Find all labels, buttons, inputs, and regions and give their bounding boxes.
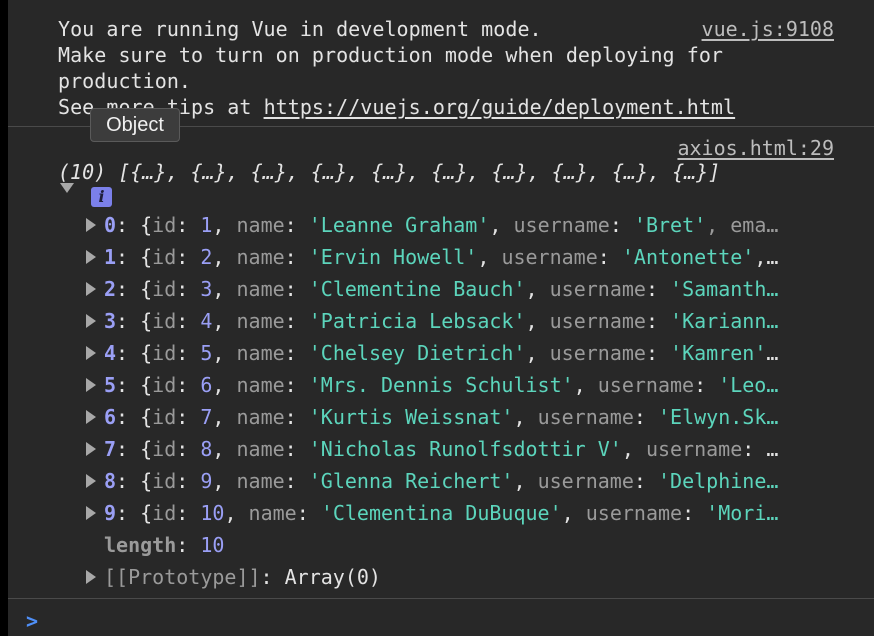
- expand-triangle-down-icon[interactable]: [60, 183, 74, 193]
- array-item-row[interactable]: 6: {id: 7, name: 'Kurtis Weissnat', user…: [86, 401, 852, 433]
- item-id: 10: [200, 501, 225, 525]
- item-id: 4: [200, 309, 213, 333]
- item-name: 'Glenna Reichert': [308, 469, 514, 493]
- array-item-row[interactable]: 2: {id: 3, name: 'Clementine Bauch', use…: [86, 273, 852, 305]
- item-id: 1: [200, 213, 213, 237]
- expand-triangle-right-icon[interactable]: [86, 249, 96, 264]
- item-username: …: [766, 437, 779, 461]
- warning-line-2: Make sure to turn on production mode whe…: [58, 43, 724, 67]
- item-index: 8: [104, 469, 117, 493]
- array-summary[interactable]: (10) [{…}, {…}, {…}, {…}, {…}, {…}, {…},…: [58, 157, 720, 187]
- item-name: 'Leanne Graham': [308, 213, 490, 237]
- expand-triangle-right-icon[interactable]: [86, 505, 96, 520]
- info-icon[interactable]: i: [91, 187, 112, 207]
- expand-triangle-right-icon[interactable]: [86, 313, 96, 328]
- expand-triangle-right-icon[interactable]: [86, 281, 96, 296]
- array-item-row[interactable]: 5: {id: 6, name: 'Mrs. Dennis Schulist',…: [86, 369, 852, 401]
- array-length-row: length: 10: [104, 533, 225, 557]
- expand-triangle-right-icon[interactable]: [86, 473, 96, 488]
- item-tail: ,…: [754, 245, 779, 269]
- item-username: 'Kamren': [670, 341, 767, 365]
- item-username: 'Elwyn.Sk…: [657, 405, 779, 429]
- item-index: 9: [104, 501, 117, 525]
- length-label: length: [104, 533, 177, 557]
- item-username: 'Kariann…: [670, 309, 779, 333]
- item-name: 'Mrs. Dennis Schulist': [308, 373, 574, 397]
- prototype-row[interactable]: [[Prototype]]: Array(0): [86, 561, 852, 593]
- item-name: 'Chelsey Dietrich': [308, 341, 526, 365]
- item-id: 2: [200, 245, 213, 269]
- item-tail: , ema…: [706, 213, 779, 237]
- item-username: 'Antonette': [621, 245, 755, 269]
- item-name: 'Clementine Bauch': [308, 277, 526, 301]
- item-tail: …: [766, 341, 779, 365]
- item-name: 'Patricia Lebsack': [308, 309, 526, 333]
- prototype-label: [[Prototype]]: [104, 565, 261, 589]
- item-id: 5: [200, 341, 213, 365]
- object-tooltip: Object: [90, 108, 180, 142]
- devtools-console: You are running Vue in development mode.…: [8, 0, 874, 636]
- warning-line-4: See more tips at https://vuejs.org/guide…: [58, 94, 874, 120]
- expand-triangle-right-icon[interactable]: [86, 441, 96, 456]
- item-index: 4: [104, 341, 117, 365]
- item-index: 1: [104, 245, 117, 269]
- item-id: 3: [200, 277, 213, 301]
- item-username: 'Samanth…: [670, 277, 779, 301]
- item-id: 6: [200, 373, 213, 397]
- item-name: 'Nicholas Runolfsdottir V': [308, 437, 622, 461]
- array-item-row[interactable]: 1: {id: 2, name: 'Ervin Howell', usernam…: [86, 241, 852, 273]
- expand-triangle-right-icon[interactable]: [86, 569, 96, 584]
- axios-log-message: axios.html:29 (10) [{…}, {…}, {…}, {…}, …: [8, 127, 874, 599]
- array-item-row[interactable]: 3: {id: 4, name: 'Patricia Lebsack', use…: [86, 305, 852, 337]
- item-index: 5: [104, 373, 117, 397]
- item-name: 'Ervin Howell': [308, 245, 478, 269]
- array-item-row[interactable]: 9: {id: 10, name: 'Clementina DuBuque', …: [86, 497, 852, 529]
- prototype-value: Array(0): [284, 565, 381, 589]
- item-index: 7: [104, 437, 117, 461]
- array-item-row[interactable]: 4: {id: 5, name: 'Chelsey Dietrich', use…: [86, 337, 852, 369]
- item-id: 9: [200, 469, 213, 493]
- item-username: 'Delphine…: [657, 469, 779, 493]
- item-id: 8: [200, 437, 213, 461]
- item-username: 'Mori…: [706, 501, 779, 525]
- item-index: 3: [104, 309, 117, 333]
- array-item-row[interactable]: 8: {id: 9, name: 'Glenna Reichert', user…: [86, 465, 852, 497]
- expand-triangle-right-icon[interactable]: [86, 217, 96, 232]
- item-username: 'Bret': [633, 213, 707, 237]
- console-prompt-icon[interactable]: >: [26, 609, 38, 633]
- length-value: 10: [200, 533, 225, 557]
- item-name: 'Kurtis Weissnat': [308, 405, 514, 429]
- item-name: 'Clementina DuBuque': [320, 501, 562, 525]
- array-item-row[interactable]: 7: {id: 8, name: 'Nicholas Runolfsdottir…: [86, 433, 852, 465]
- item-id: 7: [200, 405, 213, 429]
- expand-triangle-right-icon[interactable]: [86, 409, 96, 424]
- vue-source-link[interactable]: vue.js:9108: [702, 16, 834, 42]
- warning-line-3: production.: [58, 69, 192, 93]
- expand-triangle-right-icon[interactable]: [86, 377, 96, 392]
- deployment-guide-link[interactable]: https://vuejs.org/guide/deployment.html: [264, 95, 736, 119]
- array-item-row[interactable]: 0: {id: 1, name: 'Leanne Graham', userna…: [86, 209, 852, 241]
- item-index: 0: [104, 213, 117, 237]
- item-index: 2: [104, 277, 117, 301]
- item-username: 'Leo…: [718, 373, 779, 397]
- item-index: 6: [104, 405, 117, 429]
- expand-triangle-right-icon[interactable]: [86, 345, 96, 360]
